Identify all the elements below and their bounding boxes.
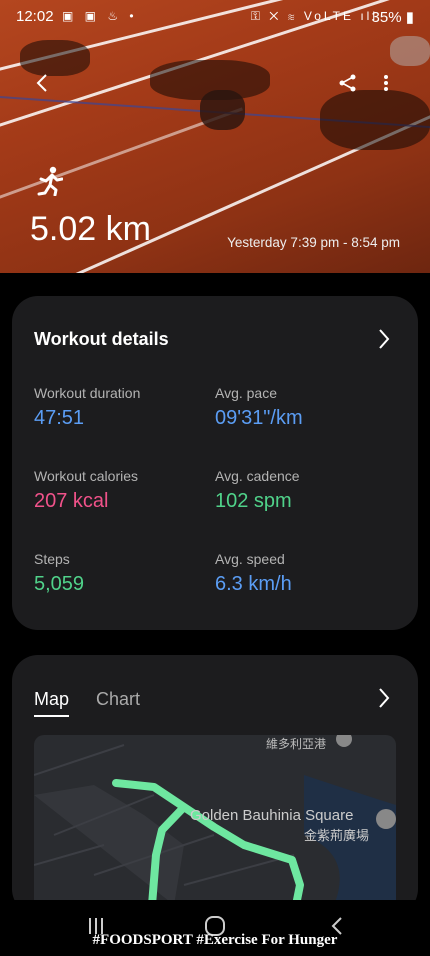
metric-value-pace: 09'31"/km [215, 407, 303, 429]
back-icon[interactable] [26, 67, 58, 99]
workout-details-title: Workout details [34, 329, 169, 349]
metric-value-duration: 47:51 [34, 407, 85, 429]
status-bar: 12:02 ▣ ▣ ♨ • ⚿ ✕ ≋ VoLTE ıll 35% ▮ [0, 0, 430, 34]
map-label-place-zh: 金紫荊廣場 [304, 828, 370, 843]
battery-indicator: 35% ▮ [371, 9, 414, 26]
metric-label-pace: Avg. pace [215, 385, 278, 401]
metric-value-cadence: 102 spm [215, 490, 292, 512]
caption-text: #FOODSPORT #Exercise For Hunger [92, 932, 338, 948]
map-label-harbour: 維多利亞港 [266, 737, 327, 751]
route-map[interactable]: 維多利亞港 Golden Bauhinia Square 金紫荊廣場 [34, 735, 396, 905]
chevron-right-icon[interactable] [368, 323, 400, 355]
map-label-place-en: Golden Bauhinia Square [190, 807, 354, 824]
metric-label-calories: Workout calories [34, 468, 139, 484]
metric-label-steps: Steps [34, 551, 70, 567]
distance-value: 5.02 km [30, 210, 151, 248]
chevron-right-icon[interactable] [368, 682, 400, 714]
status-time: 12:02 [16, 8, 54, 25]
running-icon [34, 165, 66, 197]
metric-value-steps: 5,059 [34, 573, 85, 595]
tab-chart[interactable]: Chart [96, 689, 140, 710]
share-icon[interactable] [332, 67, 364, 99]
metric-label-duration: Workout duration [34, 385, 141, 401]
more-options-icon[interactable] [370, 67, 402, 99]
tab-map[interactable]: Map [34, 689, 70, 717]
metric-value-calories: 207 kcal [34, 490, 109, 512]
metric-label-cadence: Avg. cadence [215, 468, 300, 484]
workout-details-card[interactable]: Workout details Workout duration 47:51 A… [12, 296, 418, 630]
notification-icons: ▣ ▣ ♨ • [62, 9, 138, 23]
metric-label-speed: Avg. speed [215, 551, 285, 567]
workout-time-range: Yesterday 7:39 pm - 8:54 pm [227, 235, 400, 250]
system-icons: ⚿ ✕ ≋ VoLTE ıll [250, 9, 378, 23]
metric-value-speed: 6.3 km/h [215, 573, 292, 595]
